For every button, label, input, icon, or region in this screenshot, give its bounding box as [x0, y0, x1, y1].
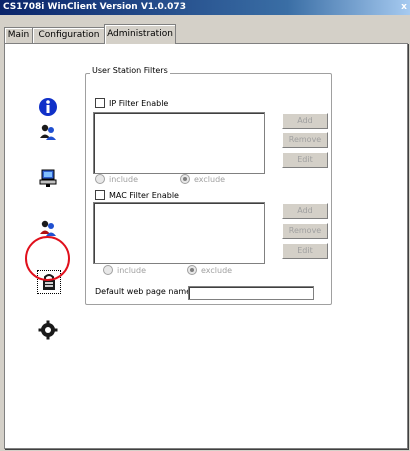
- mac-exclude-label: exclude: [201, 265, 233, 275]
- title-bar: CS1708i WinClient Version V1.0.073 x: [0, 0, 410, 15]
- user-accounts-icon[interactable]: [37, 121, 59, 143]
- mac-include-radio[interactable]: include: [103, 265, 146, 275]
- ip-exclude-radio[interactable]: exclude: [180, 174, 225, 184]
- mac-exclude-radio-dot[interactable]: [187, 265, 197, 275]
- ip-filter-enable-checkbox[interactable]: IP Filter Enable: [95, 98, 168, 108]
- ip-filter-list[interactable]: [93, 112, 265, 174]
- tab-administration[interactable]: Administration: [104, 24, 176, 44]
- mac-filter-checkbox-box[interactable]: [95, 190, 105, 200]
- mac-edit-button[interactable]: Edit: [282, 243, 328, 259]
- mac-filter-enable-label: MAC Filter Enable: [109, 190, 179, 200]
- mac-filter-enable-checkbox[interactable]: MAC Filter Enable: [95, 190, 179, 200]
- ip-exclude-radio-dot[interactable]: [180, 174, 190, 184]
- mac-add-button[interactable]: Add: [282, 203, 328, 219]
- mac-remove-button[interactable]: Remove: [282, 223, 328, 239]
- info-icon[interactable]: [37, 96, 59, 118]
- ip-include-label: include: [109, 174, 138, 184]
- close-window-button[interactable]: x: [399, 0, 409, 15]
- window-title: CS1708i WinClient Version V1.0.073: [3, 2, 186, 12]
- tab-main[interactable]: Main: [4, 27, 33, 43]
- ip-include-radio[interactable]: include: [95, 174, 138, 184]
- mac-include-radio-dot[interactable]: [103, 265, 113, 275]
- filters-group-label: User Station Filters: [90, 66, 170, 75]
- mac-filter-list[interactable]: [93, 202, 265, 264]
- default-page-label: Default web page name: [95, 287, 192, 296]
- ip-remove-button[interactable]: Remove: [282, 132, 328, 148]
- ip-include-radio-dot[interactable]: [95, 174, 105, 184]
- ip-add-button[interactable]: Add: [282, 113, 328, 129]
- mac-include-label: include: [117, 265, 146, 275]
- ip-filter-checkbox-box[interactable]: [95, 98, 105, 108]
- ip-exclude-label: exclude: [194, 174, 226, 184]
- mac-exclude-radio[interactable]: exclude: [187, 265, 232, 275]
- highlight-circle: [25, 236, 70, 281]
- tab-configuration[interactable]: Configuration: [32, 27, 106, 43]
- default-page-input[interactable]: [188, 286, 314, 300]
- ip-filter-enable-label: IP Filter Enable: [109, 98, 169, 108]
- computer-network-icon[interactable]: [37, 167, 59, 189]
- ip-edit-button[interactable]: Edit: [282, 152, 328, 168]
- settings-gear-icon[interactable]: [37, 319, 59, 341]
